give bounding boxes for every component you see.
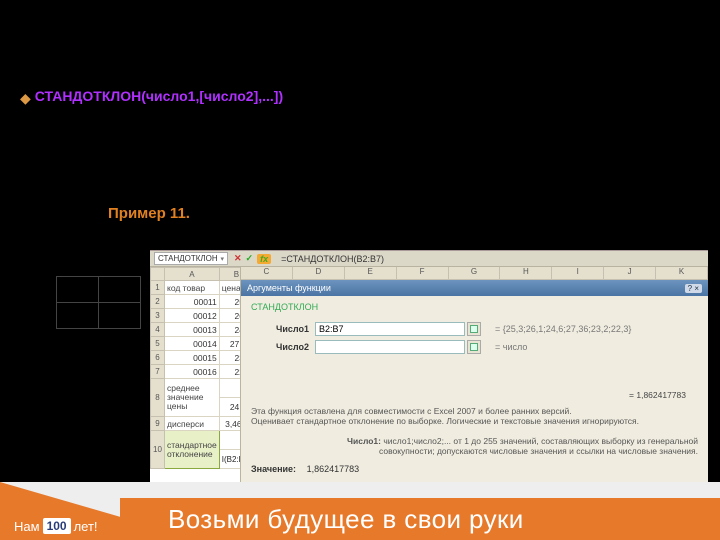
- arg2-eval: = число: [495, 342, 527, 352]
- decorative-mini-table: [56, 276, 141, 329]
- dialog-value-row: Значение: 1,862417783: [251, 464, 698, 474]
- arg1-input[interactable]: [315, 322, 465, 336]
- col-A-header[interactable]: A: [165, 268, 220, 281]
- anniversary-badge: Нам 100 лет!: [14, 518, 98, 534]
- example-label: Пример 11.: [108, 205, 190, 222]
- function-heading: ◆ СТАНДОТКЛОН(число1,[число2],...]): [20, 88, 283, 107]
- select-all-corner[interactable]: [151, 268, 165, 281]
- arg1-row: Число1 = {25,3;26,1;24,6;27,36;23,2;22,3…: [251, 322, 698, 336]
- range-picker-icon[interactable]: [467, 340, 481, 354]
- dialog-background-col-headers: C D E F G H I J K: [241, 267, 708, 280]
- dialog-help-close-icon[interactable]: ? ×: [685, 284, 702, 293]
- dialog-arg-hint: Число1: число1;число2;... от 1 до 255 зн…: [251, 436, 698, 456]
- cancel-formula-icon[interactable]: ✕: [234, 253, 242, 264]
- dialog-preview-result: = 1,862417783: [251, 390, 698, 400]
- formula-input[interactable]: =СТАНДОТКЛОН(B2:B7): [281, 254, 384, 264]
- formula-bar: СТАНДОТКЛОН ▾ ✕ ✓ fx =СТАНДОТКЛОН(B2:B7): [150, 251, 708, 267]
- function-arguments-dialog: C D E F G H I J K Аргументы функции ? × …: [240, 267, 708, 482]
- dialog-function-name: СТАНДОТКЛОН: [251, 302, 698, 312]
- dialog-desc-line2: Оценивает стандартное отклонение по выбо…: [251, 416, 698, 426]
- arg1-eval: = {25,3;26,1;24,6;27,36;23,2;22,3}: [495, 324, 631, 334]
- badge-100: 100: [43, 518, 71, 534]
- arg2-row: Число2 = число: [251, 340, 698, 354]
- arg1-label: Число1: [251, 324, 309, 334]
- name-box[interactable]: СТАНДОТКЛОН ▾: [154, 252, 228, 265]
- footer-banner: Нам 100 лет! Возьми будущее в свои руки: [0, 482, 720, 540]
- range-picker-icon[interactable]: [467, 322, 481, 336]
- fx-icon[interactable]: fx: [257, 254, 271, 264]
- dialog-titlebar: Аргументы функции ? ×: [241, 280, 708, 296]
- footer-slogan: Возьми будущее в свои руки: [168, 504, 524, 535]
- dialog-title: Аргументы функции: [247, 283, 331, 293]
- function-syntax: СТАНДОТКЛОН(число1,[число2],...]): [35, 88, 283, 104]
- dialog-desc-line1: Эта функция оставлена для совместимости …: [251, 406, 698, 416]
- accept-formula-icon[interactable]: ✓: [246, 253, 254, 264]
- arg2-label: Число2: [251, 342, 309, 352]
- bullet-diamond-icon: ◆: [20, 90, 31, 107]
- arg2-input[interactable]: [315, 340, 465, 354]
- chevron-down-icon[interactable]: ▾: [220, 255, 224, 263]
- excel-screenshot: СТАНДОТКЛОН ▾ ✕ ✓ fx =СТАНДОТКЛОН(B2:B7)…: [150, 250, 708, 482]
